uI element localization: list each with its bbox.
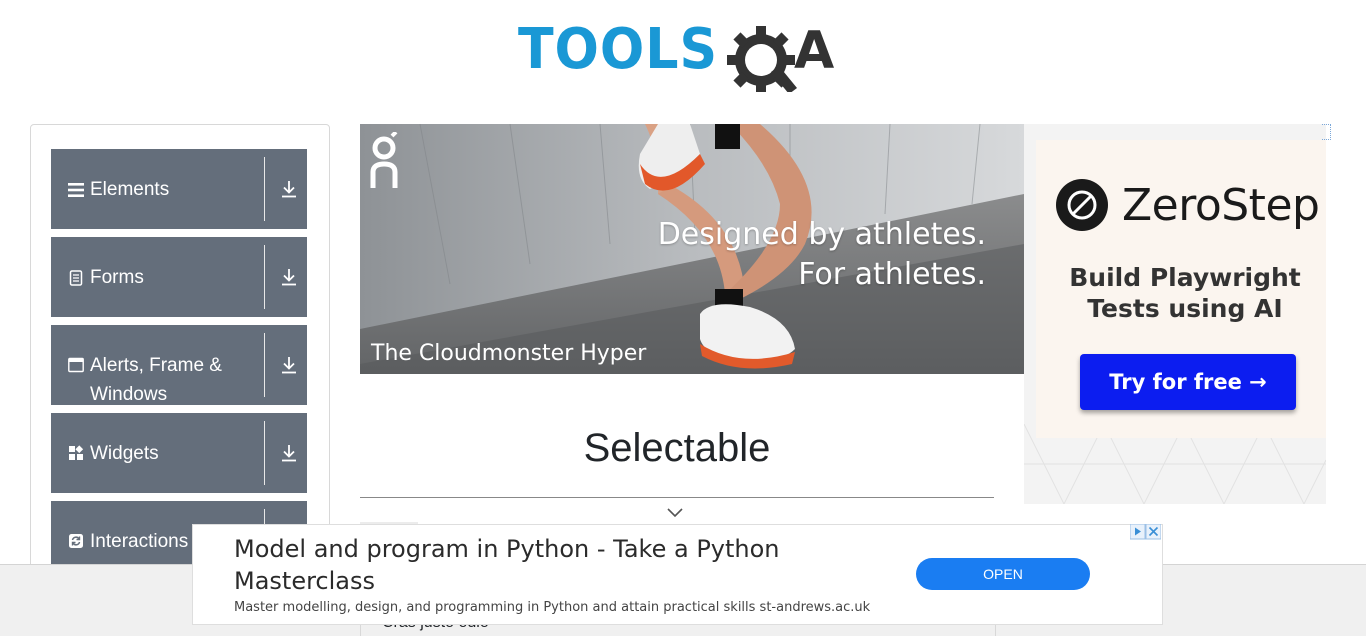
ad-tagline: Build Playwright Tests using AI [1069,263,1301,323]
download-icon[interactable] [280,355,298,375]
menu-icon [68,183,84,197]
svg-text:A: A [794,21,834,81]
on-logo-icon [370,132,398,188]
headline-line-2: For athletes. [798,257,986,292]
ad-brand-name: ZeroStep [1122,180,1320,231]
sidebar-group-alerts-frame-windows[interactable]: Alerts, Frame & Windows [51,325,307,405]
download-icon[interactable] [280,179,298,199]
zerostep-logo-icon [1056,179,1108,231]
ad-title[interactable]: Model and program in Python - Take a Pyt… [234,533,874,597]
divider [360,497,994,498]
ad-info-badge[interactable] [1322,124,1331,140]
download-icon[interactable] [280,443,298,463]
divider [264,421,265,485]
svg-text:TOOLS: TOOLS [518,17,718,82]
download-icon[interactable] [280,267,298,287]
open-button[interactable]: OPEN [916,558,1090,590]
sidebar-group-widgets[interactable]: Widgets [51,413,307,493]
sidebar-group-label: Elements [90,179,170,200]
right-ad[interactable]: ZeroStep Build Playwright Tests using AI… [1024,124,1326,504]
chevron-down-icon[interactable] [666,505,684,519]
divider [264,333,265,397]
banner-headline: Designed by athletes. For athletes. [600,215,986,295]
widgets-icon [69,445,84,460]
bottom-ad[interactable]: Model and program in Python - Take a Pyt… [192,524,1163,625]
toolsqa-logo[interactable]: TOOLS A [518,16,842,92]
sidebar-group-label: Widgets [90,443,159,464]
window-icon [68,357,84,373]
document-icon [69,270,83,286]
sidebar-group-elements[interactable]: Elements [51,149,307,229]
refresh-icon [69,534,83,548]
sidebar-group-label: Alerts, Frame & Windows [90,355,222,405]
try-for-free-button[interactable]: Try for free → [1080,354,1296,410]
ad-choices-icon[interactable] [1130,524,1161,540]
headline-line-1: Designed by athletes. [657,217,986,252]
ad-card: ZeroStep Build Playwright Tests using AI… [1036,140,1326,438]
sidebar-group-forms[interactable]: Forms [51,237,307,317]
page-title: Selectable [583,426,771,470]
banner-ad[interactable]: Designed by athletes. For athletes. The … [360,124,1024,374]
divider [264,157,265,221]
ad-description: Master modelling, design, and programmin… [234,600,871,615]
divider [264,245,265,309]
banner-product-name: The Cloudmonster Hyper [371,341,647,366]
sidebar-group-label: Forms [90,267,144,288]
